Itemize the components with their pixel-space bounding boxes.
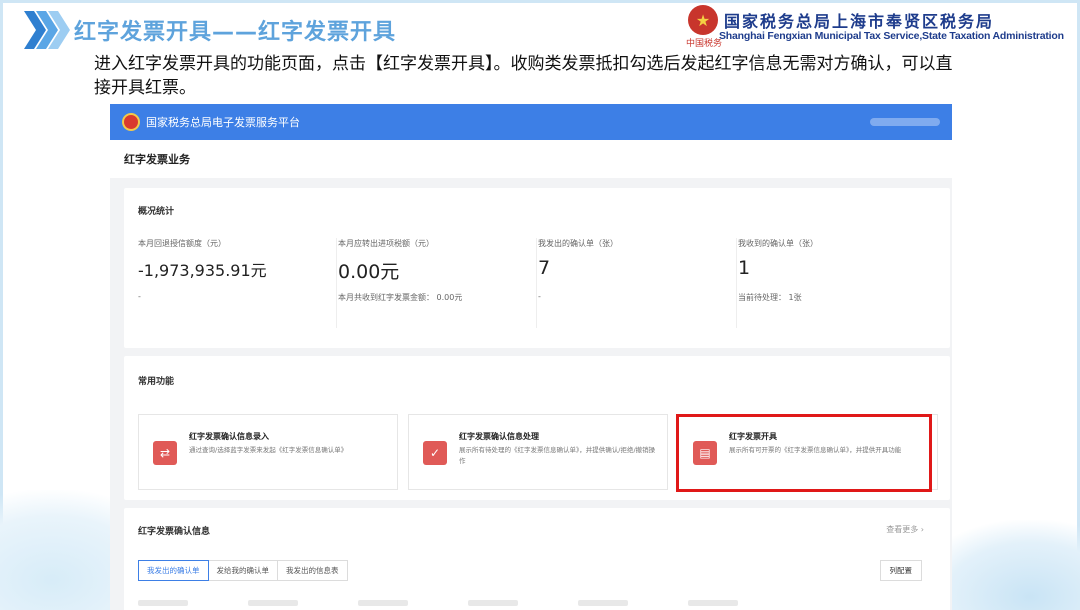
stat-label: 本月应转出进项税额（元） — [338, 239, 434, 248]
func-name: 红字发票开具 — [729, 432, 777, 441]
column-header — [468, 600, 518, 606]
transfer-icon: ⇄ — [153, 441, 177, 465]
page-title: 红字发票业务 — [110, 140, 952, 178]
confirmation-info-card: 红字发票确认信息 查看更多 › 我发出的确认单 发给我的确认单 我发出的信息表 … — [124, 508, 950, 610]
table-header-row — [138, 600, 930, 610]
info-title: 红字发票确认信息 — [138, 527, 211, 537]
column-config-button[interactable]: 列配置 — [879, 560, 922, 581]
stat-value: 7 — [538, 257, 551, 279]
stat-received-confirmations: 我收到的确认单（张） 1 当前待处理： 1张 — [738, 238, 938, 328]
user-info-blurred[interactable] — [870, 118, 940, 126]
functions-card: 常用功能 ⇄ 红字发票确认信息录入 通过查询/选择蓝字发票来发起《红字发票信息确… — [124, 356, 950, 500]
tab-sent-confirmations[interactable]: 我发出的确认单 — [138, 560, 209, 581]
functions-title: 常用功能 — [138, 377, 175, 387]
app-topbar: 国家税务总局电子发票服务平台 — [110, 104, 952, 140]
instruction-text: 进入红字发票开具的功能页面，点击【红字发票开具】。收购类发票抵扣勾选后发起红字信… — [94, 54, 953, 98]
org-name-cn: 国家税务总局上海市奉贤区税务局 — [724, 12, 995, 31]
platform-logo-icon — [122, 113, 140, 131]
stat-value: 0.00元 — [338, 261, 400, 283]
stat-note: - — [138, 292, 141, 301]
stat-value: -1,973,935.91元 — [138, 261, 267, 280]
stat-credit-rollback: 本月回退授信额度（元） -1,973,935.91元 - — [138, 238, 338, 328]
tab-received-confirmations[interactable]: 发给我的确认单 — [207, 560, 278, 581]
invoice-icon: ▤ — [693, 441, 717, 465]
func-desc: 展示所有待处理的《红字发票信息确认单》，并提供确认/拒绝/撤销操作 — [459, 446, 656, 465]
org-name-en: Shanghai Fengxian Municipal Tax Service,… — [719, 30, 1064, 42]
tab-sent-info-forms[interactable]: 我发出的信息表 — [277, 560, 348, 581]
divider — [736, 238, 737, 328]
check-doc-icon: ✓ — [423, 441, 447, 465]
emblem-caption: 中国税务 — [686, 39, 723, 49]
divider — [536, 238, 537, 328]
platform-title: 国家税务总局电子发票服务平台 — [146, 116, 300, 129]
slide-title: 红字发票开具——红字发票开具 — [74, 20, 397, 45]
app-screenshot: 国家税务总局电子发票服务平台 红字发票业务 概况统计 本月回退授信额度（元） -… — [110, 104, 952, 610]
func-red-invoice-issue[interactable]: ▤ 红字发票开具 展示所有可开票的《红字发票信息确认单》，并提供开具功能 — [678, 414, 938, 490]
func-desc: 展示所有可开票的《红字发票信息确认单》，并提供开具功能 — [729, 446, 902, 454]
column-header — [578, 600, 628, 606]
info-tabs: 我发出的确认单 发给我的确认单 我发出的信息表 — [138, 560, 348, 581]
func-name: 红字发票确认信息录入 — [189, 432, 269, 441]
column-header — [688, 600, 738, 606]
stat-note: - — [538, 292, 541, 301]
chevron-arrows-icon — [22, 9, 72, 51]
column-header — [358, 600, 408, 606]
stat-label: 本月回退授信额度（元） — [138, 239, 226, 248]
stat-label: 我收到的确认单（张） — [738, 239, 818, 248]
stat-label: 我发出的确认单（张） — [538, 239, 618, 248]
tax-emblem-icon: ★ — [688, 5, 718, 35]
stat-value: 1 — [738, 257, 751, 279]
func-name: 红字发票确认信息处理 — [459, 432, 539, 441]
divider — [336, 238, 337, 328]
func-desc: 通过查询/选择蓝字发票来发起《红字发票信息确认单》 — [189, 446, 348, 454]
stat-note[interactable]: 当前待处理： 1张 — [738, 292, 802, 303]
stat-sent-confirmations: 我发出的确认单（张） 7 - — [538, 238, 738, 328]
stats-card: 概况统计 本月回退授信额度（元） -1,973,935.91元 - 本月应转出进… — [124, 188, 950, 348]
func-confirmation-entry[interactable]: ⇄ 红字发票确认信息录入 通过查询/选择蓝字发票来发起《红字发票信息确认单》 — [138, 414, 398, 490]
stat-input-tax-transfer: 本月应转出进项税额（元） 0.00元 本月共收到红字发票金额： 0.00元 — [338, 238, 538, 328]
stat-note: 本月共收到红字发票金额： 0.00元 — [338, 293, 463, 302]
column-header — [248, 600, 298, 606]
func-confirmation-processing[interactable]: ✓ 红字发票确认信息处理 展示所有待处理的《红字发票信息确认单》，并提供确认/拒… — [408, 414, 668, 490]
column-header — [138, 600, 188, 606]
stats-title: 概况统计 — [138, 207, 175, 217]
view-more-link[interactable]: 查看更多 › — [886, 524, 924, 535]
